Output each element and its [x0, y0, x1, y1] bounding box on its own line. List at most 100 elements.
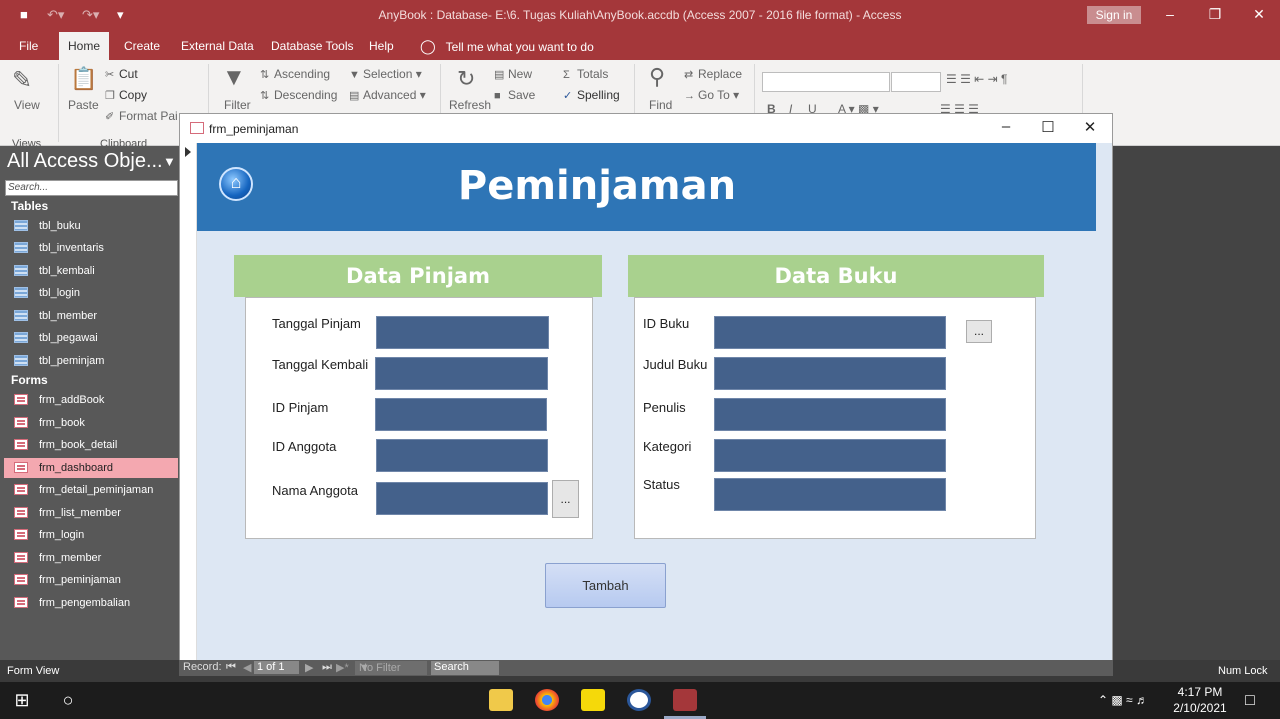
nav-item-table[interactable]: tbl_kembali	[4, 261, 178, 281]
go-to-label: Go To ▾	[698, 88, 740, 102]
nav-category-tables[interactable]: Tables	[11, 199, 48, 213]
form-window: frm_peminjaman – ☐ ✕ Peminjaman Data Pin…	[179, 113, 1113, 660]
filter-button[interactable]: Filter	[224, 98, 251, 112]
filter-icon[interactable]: ▼	[222, 64, 246, 92]
nav-item-table[interactable]: tbl_inventaris	[4, 238, 178, 258]
cut-button[interactable]: ✂ Cut	[105, 67, 138, 81]
judul-buku-field[interactable]	[714, 357, 946, 390]
close-icon[interactable]: ✕	[1244, 6, 1274, 23]
new-record-icon[interactable]: ▶*	[336, 661, 349, 674]
nav-item-form[interactable]: frm_book	[4, 413, 178, 433]
nav-item-form[interactable]: frm_list_member	[4, 503, 178, 523]
windows-start-icon[interactable]: ⊞	[10, 682, 34, 719]
file-explorer-icon[interactable]	[489, 689, 513, 711]
id-buku-field[interactable]	[714, 316, 946, 349]
tanggal-kembali-field[interactable]	[375, 357, 548, 390]
sticky-notes-icon[interactable]	[581, 689, 605, 711]
nav-pane-header[interactable]: All Access Obje... ▼	[0, 150, 179, 178]
nav-item-form-selected[interactable]: frm_dashboard	[4, 458, 178, 478]
no-filter-button[interactable]: ▼ No Filter	[355, 661, 427, 675]
penulis-field[interactable]	[714, 398, 946, 431]
paste-icon[interactable]: 📋	[70, 66, 97, 92]
form-close-icon[interactable]: ✕	[1075, 118, 1105, 136]
nav-item-table[interactable]: tbl_member	[4, 306, 178, 326]
nav-item-table[interactable]: tbl_login	[4, 283, 178, 303]
refresh-icon[interactable]: ↻	[457, 66, 475, 92]
tambah-button[interactable]: Tambah	[545, 563, 666, 608]
restore-icon[interactable]: ❐	[1200, 6, 1230, 23]
tab-create[interactable]: Create	[115, 32, 169, 60]
copy-button[interactable]: ❐ Copy	[105, 88, 147, 102]
form-minimize-icon[interactable]: –	[991, 118, 1021, 135]
find-icon[interactable]: ⚲	[649, 64, 665, 90]
record-search-input[interactable]: Search	[431, 661, 499, 675]
nav-item-form[interactable]: frm_book_detail	[4, 435, 178, 455]
refresh-button[interactable]: Refresh	[449, 98, 491, 112]
id-anggota-field[interactable]	[376, 439, 548, 472]
tab-external-data[interactable]: External Data	[172, 32, 263, 60]
title-bar: ■ ↶▾ ↷▾ ▾ AnyBook : Database- E:\6. Tuga…	[0, 0, 1280, 32]
first-record-icon[interactable]: ⏮	[226, 661, 236, 674]
minimize-icon[interactable]: –	[1155, 6, 1185, 22]
nav-item-table[interactable]: tbl_pegawai	[4, 328, 178, 348]
sign-in-button[interactable]: Sign in	[1087, 6, 1141, 24]
chevron-down-icon[interactable]: ▼	[163, 154, 176, 169]
go-to-button[interactable]: → Go To ▾	[684, 88, 739, 102]
nav-item-form[interactable]: frm_member	[4, 548, 178, 568]
form-maximize-icon[interactable]: ☐	[1033, 118, 1063, 136]
notification-icon[interactable]: □	[1238, 682, 1262, 719]
new-record-button[interactable]: ▤ New	[494, 67, 532, 81]
record-selector[interactable]	[180, 143, 197, 660]
chrome-icon[interactable]	[535, 689, 559, 711]
advanced-button[interactable]: ▤ Advanced ▾	[349, 88, 426, 102]
descending-button[interactable]: ⇅ Descending	[260, 88, 337, 102]
font-size-dropdown[interactable]	[891, 72, 941, 92]
paste-button[interactable]: Paste	[68, 98, 99, 112]
system-tray-icons[interactable]: ⌃ ▩ ≈ ♬	[1083, 682, 1163, 719]
search-circle-icon[interactable]: ○	[57, 682, 79, 719]
taskbar-clock[interactable]: 4:17 PM 2/10/2021	[1170, 684, 1230, 716]
view-icon[interactable]: ✎	[12, 66, 32, 95]
spelling-button[interactable]: ✓ Spelling	[563, 88, 620, 102]
sigma-icon: Σ	[563, 69, 570, 81]
font-name-dropdown[interactable]	[762, 72, 890, 92]
nav-item-table[interactable]: tbl_buku	[4, 216, 178, 236]
replace-button[interactable]: ⇄ Replace	[684, 67, 742, 81]
format-painter-button[interactable]: ✐ Format Pai	[105, 109, 178, 123]
tab-help[interactable]: Help	[360, 32, 403, 60]
find-button[interactable]: Find	[649, 98, 672, 112]
tab-home[interactable]: Home	[59, 32, 110, 60]
selection-button[interactable]: ▼ Selection ▾	[349, 67, 422, 81]
nav-item-form[interactable]: frm_login	[4, 525, 178, 545]
tanggal-pinjam-field[interactable]	[376, 316, 549, 349]
last-record-icon[interactable]: ⏭	[322, 661, 332, 674]
status-field[interactable]	[714, 478, 946, 511]
nav-category-forms[interactable]: Forms	[11, 373, 48, 387]
next-record-icon[interactable]: ▶	[305, 661, 313, 674]
record-position-field[interactable]: 1 of 1	[254, 661, 299, 674]
tell-me-search[interactable]: ◯ Tell me what you want to do	[420, 32, 594, 60]
nav-item-table[interactable]: tbl_peminjam	[4, 351, 178, 371]
no-filter-label: No Filter	[359, 662, 401, 674]
lookup-buku-button[interactable]: ...	[966, 320, 992, 343]
app-icon[interactable]	[627, 689, 651, 711]
ascending-button[interactable]: ⇅ Ascending	[260, 67, 330, 81]
nama-anggota-field[interactable]	[376, 482, 548, 515]
previous-record-icon[interactable]: ◀	[243, 661, 251, 674]
view-button[interactable]: View	[14, 98, 40, 112]
nav-search-input[interactable]: Search...	[5, 180, 178, 196]
lookup-anggota-button[interactable]: ...	[552, 480, 579, 518]
access-icon[interactable]	[673, 689, 697, 711]
totals-button[interactable]: Σ Totals	[563, 67, 608, 81]
nav-item-form[interactable]: frm_addBook	[4, 390, 178, 410]
bullets-icon[interactable]: ☰ ☰ ⇤ ⇥ ¶	[946, 72, 1007, 86]
nav-item-form[interactable]: frm_detail_peminjaman	[4, 480, 178, 500]
save-record-button[interactable]: ■ Save	[494, 88, 535, 102]
nav-item-form[interactable]: frm_peminjaman	[4, 570, 178, 590]
label-tanggal-kembali: Tanggal Kembali	[272, 357, 369, 372]
id-pinjam-field[interactable]	[375, 398, 547, 431]
tab-file[interactable]: File	[10, 32, 47, 60]
nav-item-form[interactable]: frm_pengembalian	[4, 593, 178, 613]
kategori-field[interactable]	[714, 439, 946, 472]
tab-database-tools[interactable]: Database Tools	[262, 32, 363, 60]
